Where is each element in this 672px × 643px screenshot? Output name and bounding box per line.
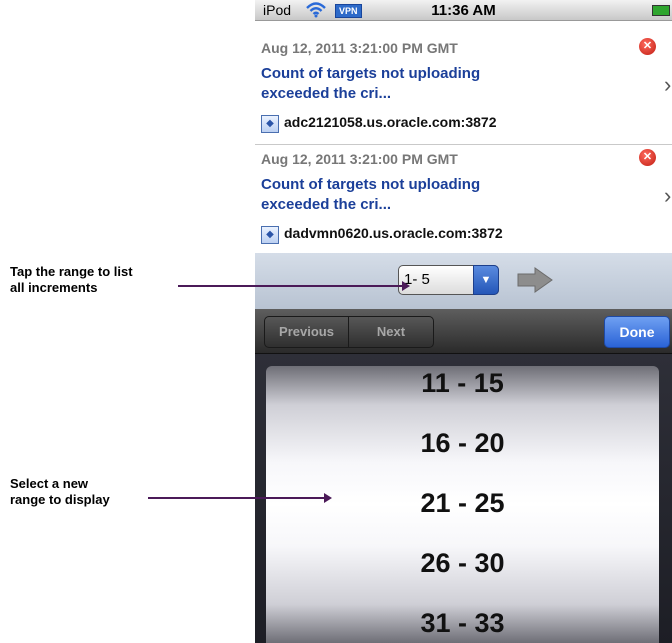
picker-wheel[interactable]: 11 - 15 16 - 20 21 - 25 26 - 30 31 - 33: [266, 366, 659, 643]
tap-range-arrow-head: [402, 281, 410, 291]
alert-row[interactable]: Aug 12, 2011 3:21:00 PM GMT ✕ Count of t…: [255, 145, 672, 256]
select-range-arrow-head: [324, 493, 332, 503]
select-range-arrow-line: [148, 497, 326, 499]
host-icon: ◆: [261, 115, 279, 133]
tap-range-callout-line1: Tap the range to list: [10, 264, 133, 279]
alert-message[interactable]: Count of targets not uploading exceeded …: [261, 64, 561, 104]
phone-screen: iPod VPN 11:36 AM Aug 12, 2011 3:21:00 P…: [255, 0, 672, 643]
alert-host: dadvmn0620.us.oracle.com:3872: [284, 225, 503, 241]
alert-message-line1: Count of targets not uploading: [261, 65, 481, 82]
picker-option[interactable]: 16 - 20: [266, 428, 659, 459]
next-button[interactable]: Next: [348, 316, 434, 348]
status-bar: iPod VPN 11:36 AM: [255, 0, 672, 21]
tap-range-callout: Tap the range to list all increments: [10, 264, 133, 296]
alert-row[interactable]: Aug 12, 2011 3:21:00 PM GMT ✕ Count of t…: [255, 34, 672, 145]
alert-message-line2: exceeded the cri...: [261, 196, 392, 213]
picker-option[interactable]: 26 - 30: [266, 548, 659, 579]
select-range-callout-line1: Select a new: [10, 476, 89, 491]
done-button[interactable]: Done: [604, 316, 670, 348]
battery-icon: [652, 5, 670, 16]
tap-range-arrow-line: [178, 285, 404, 287]
alert-message[interactable]: Count of targets not uploading exceeded …: [261, 175, 561, 215]
tap-range-callout-line2: all increments: [10, 280, 98, 295]
error-icon: ✕: [639, 149, 656, 166]
alert-host: adc2121058.us.oracle.com:3872: [284, 114, 497, 130]
select-range-callout: Select a new range to display: [10, 476, 110, 508]
alert-timestamp: Aug 12, 2011 3:21:00 PM GMT: [261, 151, 458, 167]
alert-timestamp: Aug 12, 2011 3:21:00 PM GMT: [261, 40, 458, 56]
chevron-right-icon[interactable]: ›: [664, 183, 671, 209]
chevron-right-icon[interactable]: ›: [664, 72, 671, 98]
previous-button[interactable]: Previous: [264, 316, 349, 348]
input-accessory-toolbar: Previous Next Done: [255, 309, 672, 354]
range-select[interactable]: 1- 5 ▼: [398, 265, 499, 295]
select-range-callout-line2: range to display: [10, 492, 110, 507]
next-page-arrow-icon[interactable]: [517, 267, 553, 293]
status-time: 11:36 AM: [431, 2, 496, 19]
dropdown-arrow-icon[interactable]: ▼: [473, 265, 499, 295]
picker-option[interactable]: 31 - 33: [266, 608, 659, 639]
pager-bar: 1- 5 ▼: [255, 253, 672, 309]
error-icon: ✕: [639, 38, 656, 55]
host-icon: ◆: [261, 226, 279, 244]
picker-option[interactable]: 11 - 15: [266, 368, 659, 399]
alert-message-line1: Count of targets not uploading: [261, 176, 481, 193]
alert-message-line2: exceeded the cri...: [261, 85, 392, 102]
